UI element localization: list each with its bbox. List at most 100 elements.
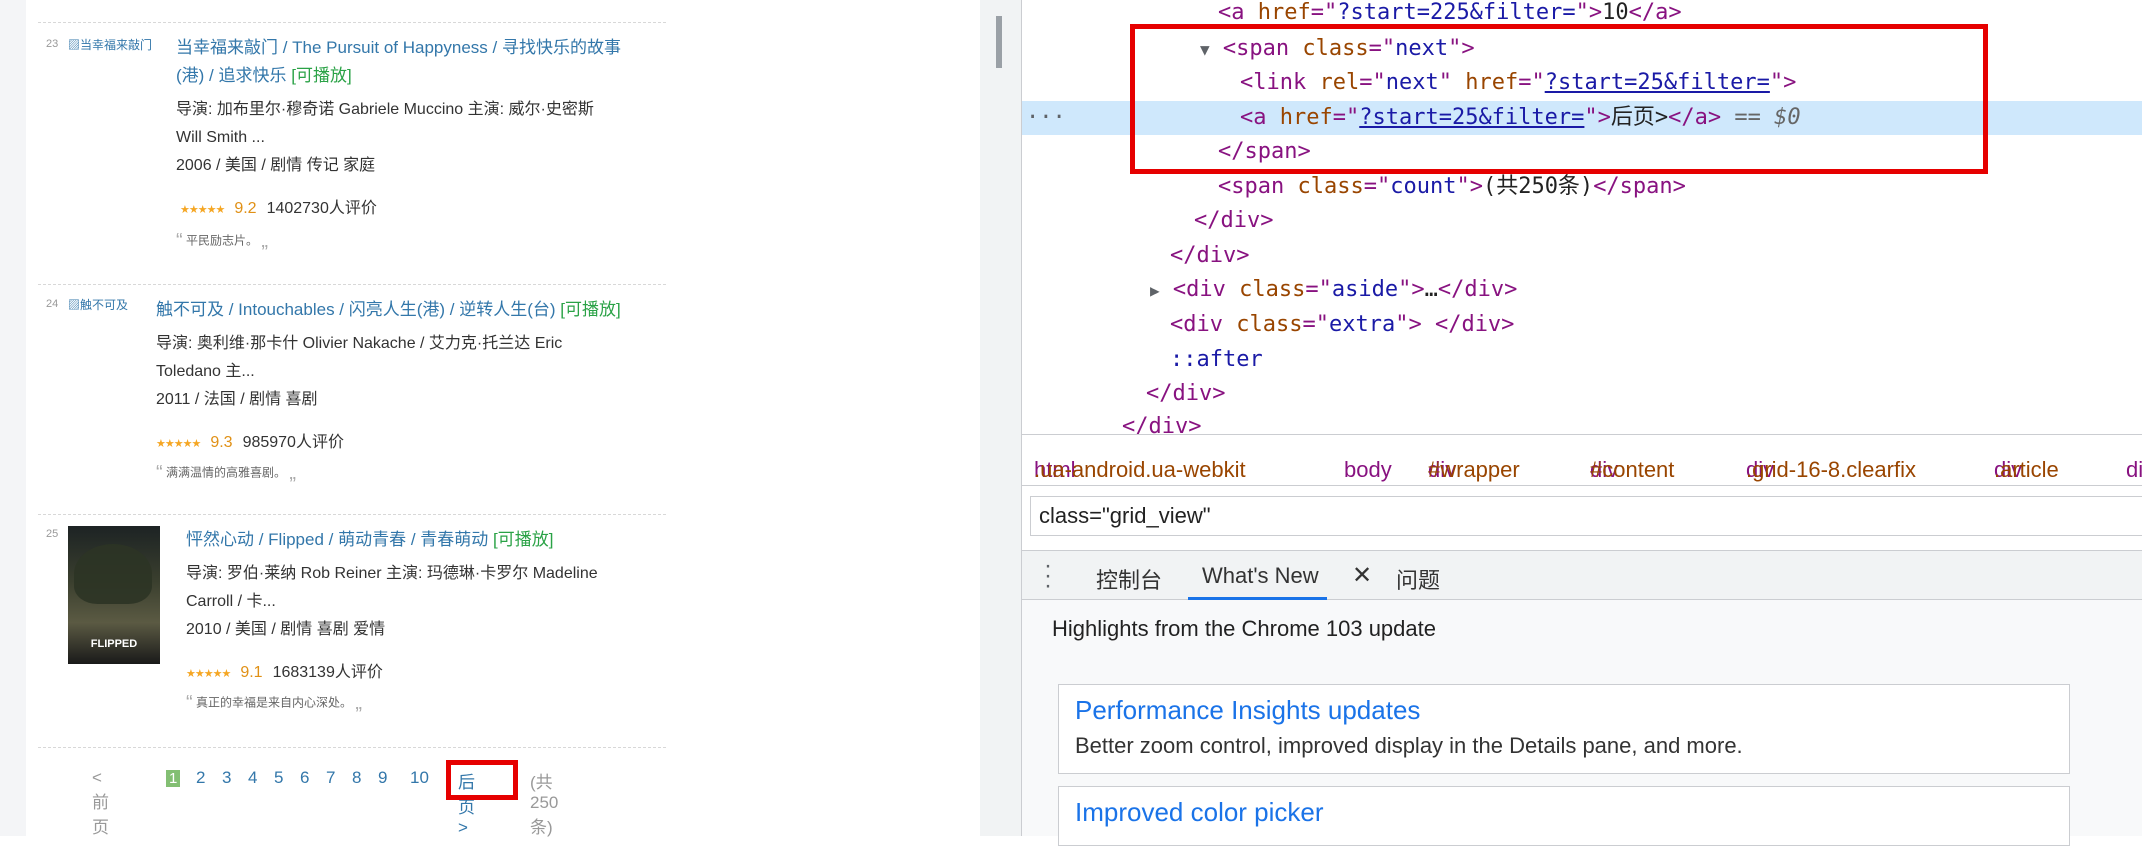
page-link[interactable]: 10	[410, 768, 429, 788]
movie-item-24: 24 ▨触不可及 触不可及 / Intouchables / 闪亮人生(港) /…	[38, 296, 678, 506]
panel-splitter[interactable]	[980, 0, 1022, 836]
page-link[interactable]: 3	[222, 768, 231, 788]
page-gutter	[0, 0, 26, 836]
poster-title-text: FLIPPED	[90, 638, 138, 650]
movie-title[interactable]: 怦然心动 / Flipped / 萌动青春 / 青春萌动 [可播放]	[186, 526, 706, 554]
item-divider	[38, 284, 666, 285]
movie-poster-image[interactable]: FLIPPED	[68, 526, 160, 664]
dom-node-close[interactable]: </div>	[1194, 204, 1273, 238]
page-link[interactable]: 4	[248, 768, 257, 788]
quote-text: 平民励志片。	[186, 233, 259, 248]
movie-title[interactable]: 当幸福来敲门 / The Pursuit of Happyness / 寻找快乐…	[176, 34, 696, 90]
movie-title-main[interactable]: 触不可及	[156, 300, 224, 319]
movie-title-main[interactable]: 怦然心动	[186, 530, 254, 549]
dom-node-aside[interactable]: ▶ <div class="aside">…</div>	[1150, 273, 1517, 307]
movie-title[interactable]: 触不可及 / Intouchables / 闪亮人生(港) / 逆转人生(台) …	[156, 296, 716, 324]
quote-text: 满满温情的高雅喜剧。	[166, 465, 287, 480]
movie-rating: ★★★★★ 9.1 1683139人评价	[186, 658, 383, 682]
tab-whats-new[interactable]: What's New	[1188, 563, 1327, 600]
credits-line-2: Carroll / 卡...	[186, 593, 276, 610]
credits-line-1: 导演: 加布里尔·穆奇诺 Gabriele Muccino 主演: 威尔·史密斯	[176, 101, 594, 118]
whats-new-heading: Highlights from the Chrome 103 update	[1052, 616, 1436, 641]
movie-rank: 23	[46, 38, 59, 50]
highlight-box-span-next	[1130, 24, 1988, 174]
drawer-tabbar: · · · 控制台 What's New ✕ 问题	[1022, 550, 2142, 600]
movie-title-alt-line2: (港) / 追求快乐	[176, 66, 287, 85]
movie-poster-broken-image[interactable]: ▨当幸福来敲门	[68, 36, 152, 53]
movie-quote: “ 平民励志片。 „	[176, 230, 268, 253]
rating-score: 9.1	[240, 664, 263, 681]
open-quote-icon: “	[186, 692, 193, 714]
close-tab-icon[interactable]: ✕	[1352, 561, 1372, 590]
feature-card[interactable]: Improved color picker	[1058, 786, 2070, 846]
rating-votes: 1683139人评价	[272, 664, 383, 681]
rating-votes: 985970人评价	[242, 434, 344, 451]
dom-node-pseudo[interactable]: ::after	[1170, 343, 1263, 377]
drawer-menu-icon[interactable]: · · ·	[1044, 554, 1052, 598]
dom-node-close[interactable]: </div>	[1170, 239, 1249, 273]
devtools-panel: ··· <a href="?start=225&filter=">10</a> …	[1022, 0, 2142, 846]
dom-node-close[interactable]: </div>	[1146, 377, 1225, 411]
elements-tree: ··· <a href="?start=225&filter=">10</a> …	[1022, 0, 2142, 439]
movie-credits: 导演: 奥利维·那卡什 Olivier Nakache / 艾力克·托兰达 Er…	[156, 330, 562, 414]
close-quote-icon: „	[289, 462, 297, 484]
movie-quote: “ 满满温情的高雅喜剧。 „	[156, 462, 296, 485]
movie-rank: 25	[46, 528, 59, 540]
dom-node-extra[interactable]: <div class="extra"> </div>	[1170, 308, 1514, 342]
feature-card-title[interactable]: Improved color picker	[1075, 797, 1324, 828]
more-options-icon[interactable]: ···	[1026, 101, 1066, 135]
movie-rating: ★★★★★ 9.3 985970人评价	[156, 428, 344, 452]
poster-alt-text: 当幸福来敲门	[80, 38, 153, 52]
dom-node-span-count[interactable]: <span class="count">(共250条)</span>	[1218, 170, 1686, 204]
quote-text: 真正的幸福是来自内心深处。	[196, 695, 353, 710]
movie-rating: ★★★★★ 9.2 1402730人评价	[180, 194, 377, 218]
open-quote-icon: “	[156, 462, 163, 484]
movie-rank: 24	[46, 298, 59, 310]
item-divider	[38, 514, 666, 515]
movie-item-25: 25 FLIPPED 怦然心动 / Flipped / 萌动青春 / 青春萌动 …	[38, 526, 678, 746]
rating-stars-icon: ★★★★★	[186, 668, 231, 680]
breadcrumb: html .ua-android.ua-webkit body div #wrapp…	[1022, 434, 2142, 486]
movie-poster-broken-image[interactable]: ▨触不可及	[68, 296, 128, 313]
page-link[interactable]: 5	[274, 768, 283, 788]
page-link[interactable]: 9	[378, 768, 387, 788]
playable-badge: [可播放]	[560, 300, 621, 319]
movie-title-alt: / Flipped / 萌动青春 / 青春萌动	[254, 530, 489, 549]
playable-badge: [可播放]	[493, 530, 554, 549]
elements-search-input[interactable]: class="grid_view"	[1030, 496, 2142, 536]
rating-stars-icon: ★★★★★	[156, 438, 201, 450]
poster-tree-shape	[74, 544, 152, 604]
rating-score: 9.3	[210, 434, 233, 451]
highlight-box-next-page	[446, 760, 518, 800]
resize-grip-icon[interactable]	[996, 16, 1002, 68]
rating-score: 9.2	[234, 200, 257, 217]
search-value: class="grid_view"	[1039, 503, 1211, 528]
rating-votes: 1402730人评价	[266, 200, 377, 217]
credits-line-1: 导演: 奥利维·那卡什 Olivier Nakache / 艾力克·托兰达 Er…	[156, 335, 563, 352]
movie-title-alt: / Intouchables / 闪亮人生(港) / 逆转人生(台)	[224, 300, 556, 319]
page-link[interactable]: 8	[352, 768, 361, 788]
movie-credits: 导演: 加布里尔·穆奇诺 Gabriele Muccino 主演: 威尔·史密斯…	[176, 96, 594, 180]
tab-console[interactable]: 控制台	[1096, 563, 1162, 595]
poster-alt-text: 触不可及	[80, 298, 129, 312]
movie-item-23: 23 ▨当幸福来敲门 当幸福来敲门 / The Pursuit of Happy…	[38, 34, 678, 274]
feature-card[interactable]: Performance Insights updates Better zoom…	[1058, 684, 2070, 774]
total-count: (共250条)	[530, 773, 559, 837]
feature-card-title[interactable]: Performance Insights updates	[1075, 695, 1420, 726]
credits-line-2: Will Smith ...	[176, 129, 265, 146]
page-link[interactable]: 2	[196, 768, 205, 788]
movie-title-main[interactable]: 当幸福来敲门	[176, 38, 278, 57]
movie-quote: “ 真正的幸福是来自内心深处。 „	[186, 692, 362, 715]
page-link[interactable]: 7	[326, 768, 335, 788]
page-link[interactable]: 6	[300, 768, 309, 788]
movie-info: 2006 / 美国 / 剧情 传记 家庭	[176, 157, 376, 174]
item-divider	[38, 22, 666, 23]
rating-stars-icon: ★★★★★	[180, 204, 225, 216]
close-quote-icon: „	[355, 692, 363, 714]
page-current: 1	[166, 770, 181, 787]
open-quote-icon: “	[176, 230, 183, 252]
feature-card-desc: Better zoom control, improved display in…	[1075, 733, 1743, 758]
close-quote-icon: „	[261, 230, 269, 252]
movie-info: 2011 / 法国 / 剧情 喜剧	[156, 391, 318, 408]
tab-issues[interactable]: 问题	[1396, 563, 1440, 595]
